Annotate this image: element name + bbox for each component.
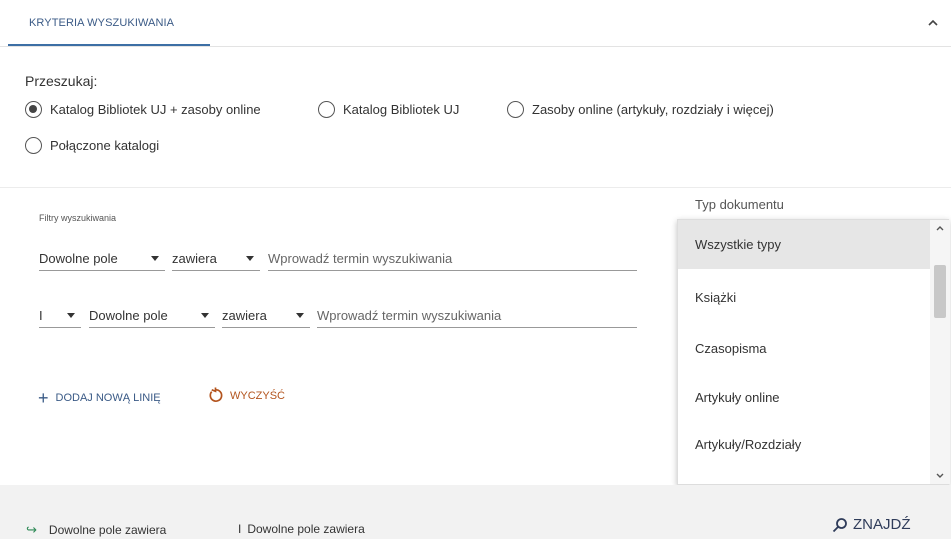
find-button[interactable]: ZNAJDŹ bbox=[832, 516, 911, 533]
caret-down-icon bbox=[151, 256, 159, 261]
add-line-button[interactable]: + DODAJ NOWĄ LINIĘ bbox=[38, 389, 161, 407]
doctype-option-books[interactable]: Książki bbox=[678, 273, 930, 322]
field-select-value: Dowolne pole bbox=[39, 250, 118, 266]
radio-label: Zasoby online (artykuły, rozdziały i wię… bbox=[532, 102, 774, 117]
search-icon bbox=[832, 517, 847, 532]
summary-text-1: Dowolne pole zawiera bbox=[48, 523, 167, 537]
doctype-option-all[interactable]: Wszystkie typy bbox=[678, 220, 930, 269]
reset-icon bbox=[209, 387, 223, 402]
field-select-row1[interactable]: Dowolne pole bbox=[39, 246, 165, 271]
caret-down-icon bbox=[296, 313, 304, 318]
summary-boolean: I bbox=[238, 522, 242, 536]
summary-text-2: Dowolne pole zawiera bbox=[247, 522, 365, 536]
arrow-right-icon: ↪ bbox=[26, 522, 37, 537]
doctype-dropdown[interactable]: Wszystkie typy Książki Czasopisma Artyku… bbox=[677, 219, 950, 485]
doctype-option-label: Artykuły/Rozdziały bbox=[695, 437, 802, 452]
doctype-option-online-articles[interactable]: Artykuły online bbox=[678, 373, 930, 422]
radio-label: Katalog Bibliotek UJ + zasoby online bbox=[50, 102, 261, 117]
search-term-input-row1[interactable] bbox=[268, 246, 637, 271]
radio-button[interactable] bbox=[318, 101, 335, 118]
search-summary-bar: ↪ Dowolne pole zawiera I Dowolne pole za… bbox=[0, 485, 951, 539]
clear-button[interactable]: WYCZYŚĆ bbox=[207, 387, 285, 404]
scrollbar-thumb[interactable] bbox=[934, 265, 946, 318]
caret-down-icon bbox=[201, 313, 209, 318]
tab-search-criteria[interactable]: KRYTERIA WYSZUKIWANIA bbox=[12, 0, 210, 47]
chevron-up-icon[interactable] bbox=[927, 18, 939, 28]
boolean-select-value: I bbox=[39, 307, 43, 323]
find-button-label: ZNAJDŹ bbox=[853, 516, 911, 533]
summary-line-1: ↪ Dowolne pole zawiera bbox=[26, 522, 166, 538]
radio-label: Katalog Bibliotek UJ bbox=[343, 102, 460, 117]
field-select-value: Dowolne pole bbox=[89, 307, 168, 323]
operator-select-value: zawiera bbox=[172, 250, 217, 266]
doctype-option-journals[interactable]: Czasopisma bbox=[678, 324, 930, 373]
filters-title: Filtry wyszukiwania bbox=[39, 213, 117, 223]
operator-select-row2[interactable]: zawiera bbox=[222, 303, 310, 328]
summary-line-2: I Dowolne pole zawiera bbox=[238, 522, 365, 536]
active-tab-indicator bbox=[8, 44, 210, 46]
caret-down-icon bbox=[67, 313, 75, 318]
doctype-option-articles-chapters[interactable]: Artykuły/Rozdziały bbox=[678, 420, 930, 469]
doctype-option-label: Artykuły online bbox=[695, 390, 780, 405]
radio-uj-catalog-online[interactable]: Katalog Bibliotek UJ + zasoby online bbox=[25, 101, 261, 118]
radio-button[interactable] bbox=[25, 137, 42, 154]
search-criteria-header: KRYTERIA WYSZUKIWANIA bbox=[0, 0, 951, 47]
doctype-option-label: Czasopisma bbox=[695, 341, 767, 356]
dropdown-scrollbar[interactable] bbox=[930, 220, 950, 484]
search-term-input-row2[interactable] bbox=[317, 303, 637, 328]
plus-icon: + bbox=[38, 388, 49, 408]
doctype-label: Typ dokumentu bbox=[695, 197, 784, 212]
field-select-row2[interactable]: Dowolne pole bbox=[89, 303, 215, 328]
boolean-select-row2[interactable]: I bbox=[39, 303, 81, 328]
radio-label: Połączone katalogi bbox=[50, 138, 160, 153]
radio-online-resources[interactable]: Zasoby online (artykuły, rozdziały i wię… bbox=[507, 101, 774, 118]
operator-select-row1[interactable]: zawiera bbox=[172, 246, 260, 271]
clear-label: WYCZYŚĆ bbox=[230, 389, 285, 402]
radio-button-checked[interactable] bbox=[25, 101, 42, 118]
doctype-option-label: Książki bbox=[695, 290, 737, 305]
scroll-down-arrow-icon[interactable] bbox=[934, 471, 946, 481]
operator-select-value: zawiera bbox=[222, 307, 267, 323]
tab-search-criteria-label: KRYTERIA WYSZUKIWANIA bbox=[29, 17, 175, 29]
section-divider bbox=[0, 187, 951, 188]
radio-button[interactable] bbox=[507, 101, 524, 118]
radio-combined-catalogs[interactable]: Połączone katalogi bbox=[25, 137, 159, 154]
scroll-up-arrow-icon[interactable] bbox=[934, 223, 946, 233]
caret-down-icon bbox=[246, 256, 254, 261]
doctype-option-label: Wszystkie typy bbox=[695, 237, 781, 252]
radio-uj-catalog[interactable]: Katalog Bibliotek UJ bbox=[318, 101, 459, 118]
search-scope-title: Przeszukaj: bbox=[25, 73, 98, 89]
add-line-label: DODAJ NOWĄ LINIĘ bbox=[55, 392, 161, 404]
